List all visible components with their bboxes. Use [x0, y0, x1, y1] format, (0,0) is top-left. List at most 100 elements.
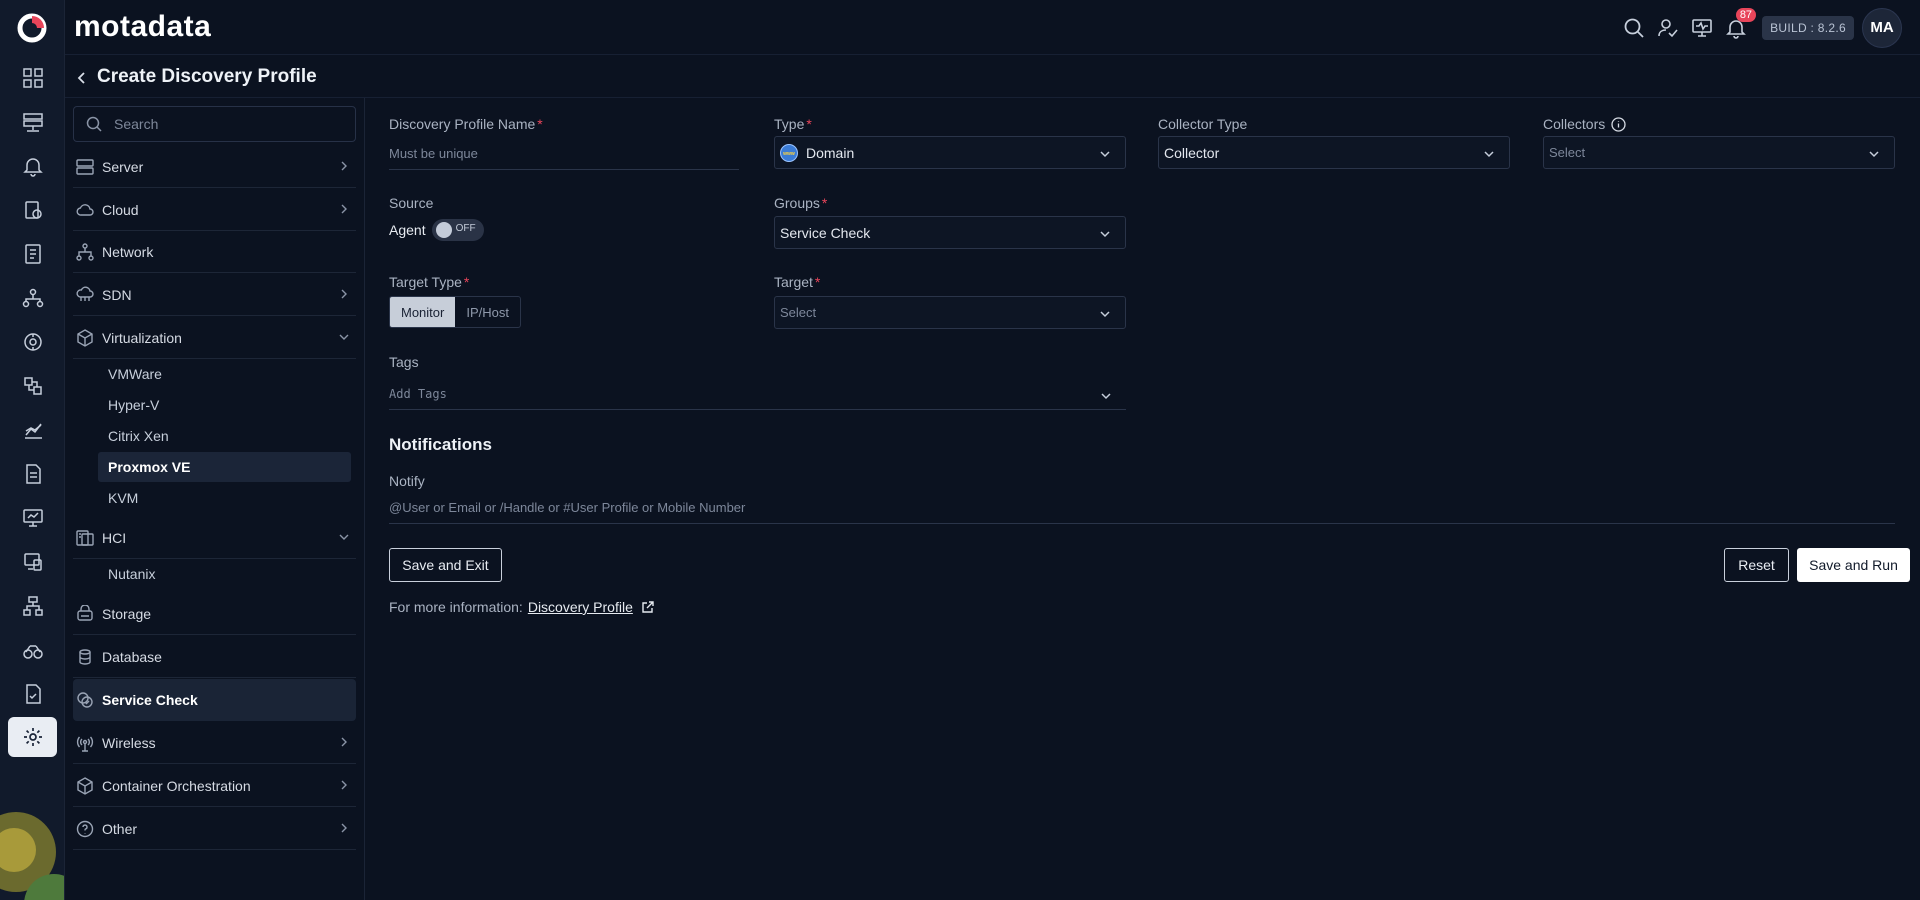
category-label: Server — [102, 158, 144, 175]
tags-input[interactable] — [389, 378, 1126, 410]
top-bar: motadata 87 BUILD : 8.2.6 MA — [65, 0, 1920, 55]
monitor-display-icon[interactable] — [8, 498, 57, 538]
category-sidebar: Server Cloud Network SDN Virtualization … — [65, 98, 365, 900]
user-check-icon[interactable] — [1652, 12, 1684, 44]
category-label: Wireless — [102, 734, 156, 751]
server-icon — [75, 157, 95, 177]
category-service-check[interactable]: Service Check — [73, 679, 356, 721]
monitor-activity-icon[interactable] — [1686, 12, 1718, 44]
search-icon[interactable] — [1618, 12, 1650, 44]
profile-name-input[interactable] — [389, 138, 739, 170]
chevron-down-icon — [338, 531, 350, 543]
topology-icon[interactable] — [8, 278, 57, 318]
category-sdn[interactable]: SDN — [73, 274, 356, 316]
category-container-orchestration[interactable]: Container Orchestration — [73, 765, 356, 807]
help-icon — [75, 819, 95, 839]
category-label: HCI — [102, 529, 127, 546]
info-icon[interactable] — [1611, 116, 1626, 132]
category-cloud[interactable]: Cloud — [73, 189, 356, 231]
alerts-bell-icon[interactable] — [8, 146, 57, 186]
target-type-label: Target Type * — [389, 274, 470, 290]
sdn-icon — [75, 285, 95, 305]
build-version-badge: BUILD : 8.2.6 — [1762, 15, 1854, 40]
settings-gear-icon[interactable] — [8, 717, 57, 757]
category-database[interactable]: Database — [73, 636, 356, 678]
discovery-icon[interactable] — [8, 322, 57, 362]
flow-icon[interactable] — [8, 366, 57, 406]
more-info: For more information: Discovery Profile — [389, 599, 655, 615]
subcategory-vmware[interactable]: VMWare — [98, 359, 351, 389]
groups-select[interactable]: Service Check — [774, 216, 1126, 249]
subcategory-proxmox-ve[interactable]: Proxmox VE — [98, 452, 351, 482]
chevron-down-icon — [1099, 228, 1111, 240]
agent-label: Agent — [389, 222, 426, 238]
notification-count-badge: 87 — [1735, 7, 1757, 22]
report-icon[interactable] — [8, 454, 57, 494]
category-server[interactable]: Server — [73, 146, 356, 188]
category-label: Storage — [102, 605, 152, 622]
category-label: Other — [102, 820, 138, 837]
subcategory-kvm[interactable]: KVM — [98, 483, 351, 513]
brand-logo[interactable]: motadata — [74, 10, 211, 44]
subcategory-citrix-xen[interactable]: Citrix Xen — [98, 421, 351, 451]
globe-www-icon: www — [780, 143, 798, 162]
category-search[interactable] — [73, 106, 356, 142]
save-and-exit-button[interactable]: Save and Exit — [389, 548, 502, 582]
notifications-bell-icon[interactable]: 87 — [1720, 7, 1757, 44]
chevron-down-icon[interactable] — [1100, 390, 1112, 402]
user-avatar[interactable]: MA — [1862, 7, 1902, 48]
category-network[interactable]: Network — [73, 231, 356, 273]
collector-type-select[interactable]: Collector — [1158, 136, 1510, 169]
search-icon — [86, 116, 102, 132]
agent-toggle[interactable]: OFF — [431, 219, 484, 241]
category-wireless[interactable]: Wireless — [73, 722, 356, 764]
category-hci[interactable]: HCI — [73, 517, 356, 559]
search-input[interactable] — [114, 116, 334, 132]
external-link-icon[interactable] — [641, 600, 655, 614]
collectors-label: Collectors — [1543, 116, 1626, 132]
type-label: Type * — [774, 116, 812, 132]
chevron-down-icon — [1099, 148, 1111, 160]
source-label: Source — [389, 195, 434, 211]
motadata-logo-icon[interactable] — [16, 12, 48, 44]
type-select[interactable]: www Domain — [774, 136, 1126, 169]
back-arrow-icon[interactable] — [70, 66, 94, 90]
log-icon[interactable] — [8, 234, 57, 274]
target-type-segmented: Monitor IP/Host — [389, 296, 521, 328]
tags-label: Tags — [389, 354, 419, 370]
apm-icon[interactable] — [8, 190, 57, 230]
groups-label: Groups * — [774, 195, 828, 211]
chevron-right-icon — [338, 288, 350, 300]
save-and-run-button[interactable]: Save and Run — [1797, 548, 1910, 582]
target-type-monitor[interactable]: Monitor — [390, 297, 456, 327]
audit-checklist-icon[interactable] — [8, 674, 57, 714]
chevron-right-icon — [338, 736, 350, 748]
wireless-icon — [75, 733, 95, 753]
notifications-heading: Notifications — [389, 435, 492, 454]
discovery-profile-link[interactable]: Discovery Profile — [528, 599, 633, 615]
more-info-prefix: For more information: — [389, 599, 523, 615]
subcategory-nutanix[interactable]: Nutanix — [98, 559, 351, 589]
category-virtualization[interactable]: Virtualization — [73, 317, 356, 359]
collectors-select[interactable]: Select — [1543, 136, 1895, 169]
dashboard-icon[interactable] — [8, 58, 57, 98]
chevron-right-icon — [338, 779, 350, 791]
svg-text:www: www — [782, 151, 795, 157]
category-storage[interactable]: Storage — [73, 593, 356, 635]
remote-desktop-icon[interactable] — [8, 542, 57, 582]
network-map-icon[interactable] — [8, 586, 57, 626]
inventory-icon[interactable] — [8, 102, 57, 142]
metrics-chart-icon[interactable] — [8, 410, 57, 450]
discovery-profile-form: Discovery Profile Name* Type* www Domain… — [365, 98, 1920, 900]
reset-button[interactable]: Reset — [1724, 548, 1789, 582]
target-select[interactable]: Select — [774, 296, 1126, 329]
notify-input[interactable] — [389, 492, 1895, 524]
chevron-down-icon — [1099, 308, 1111, 320]
binoculars-icon[interactable] — [8, 630, 57, 670]
category-other[interactable]: Other — [73, 808, 356, 850]
database-icon — [75, 647, 95, 667]
target-type-ip-host[interactable]: IP/Host — [455, 297, 520, 327]
container-icon — [75, 776, 95, 796]
subcategory-hyper-v[interactable]: Hyper-V — [98, 390, 351, 420]
page-header: Create Discovery Profile — [65, 55, 1920, 98]
